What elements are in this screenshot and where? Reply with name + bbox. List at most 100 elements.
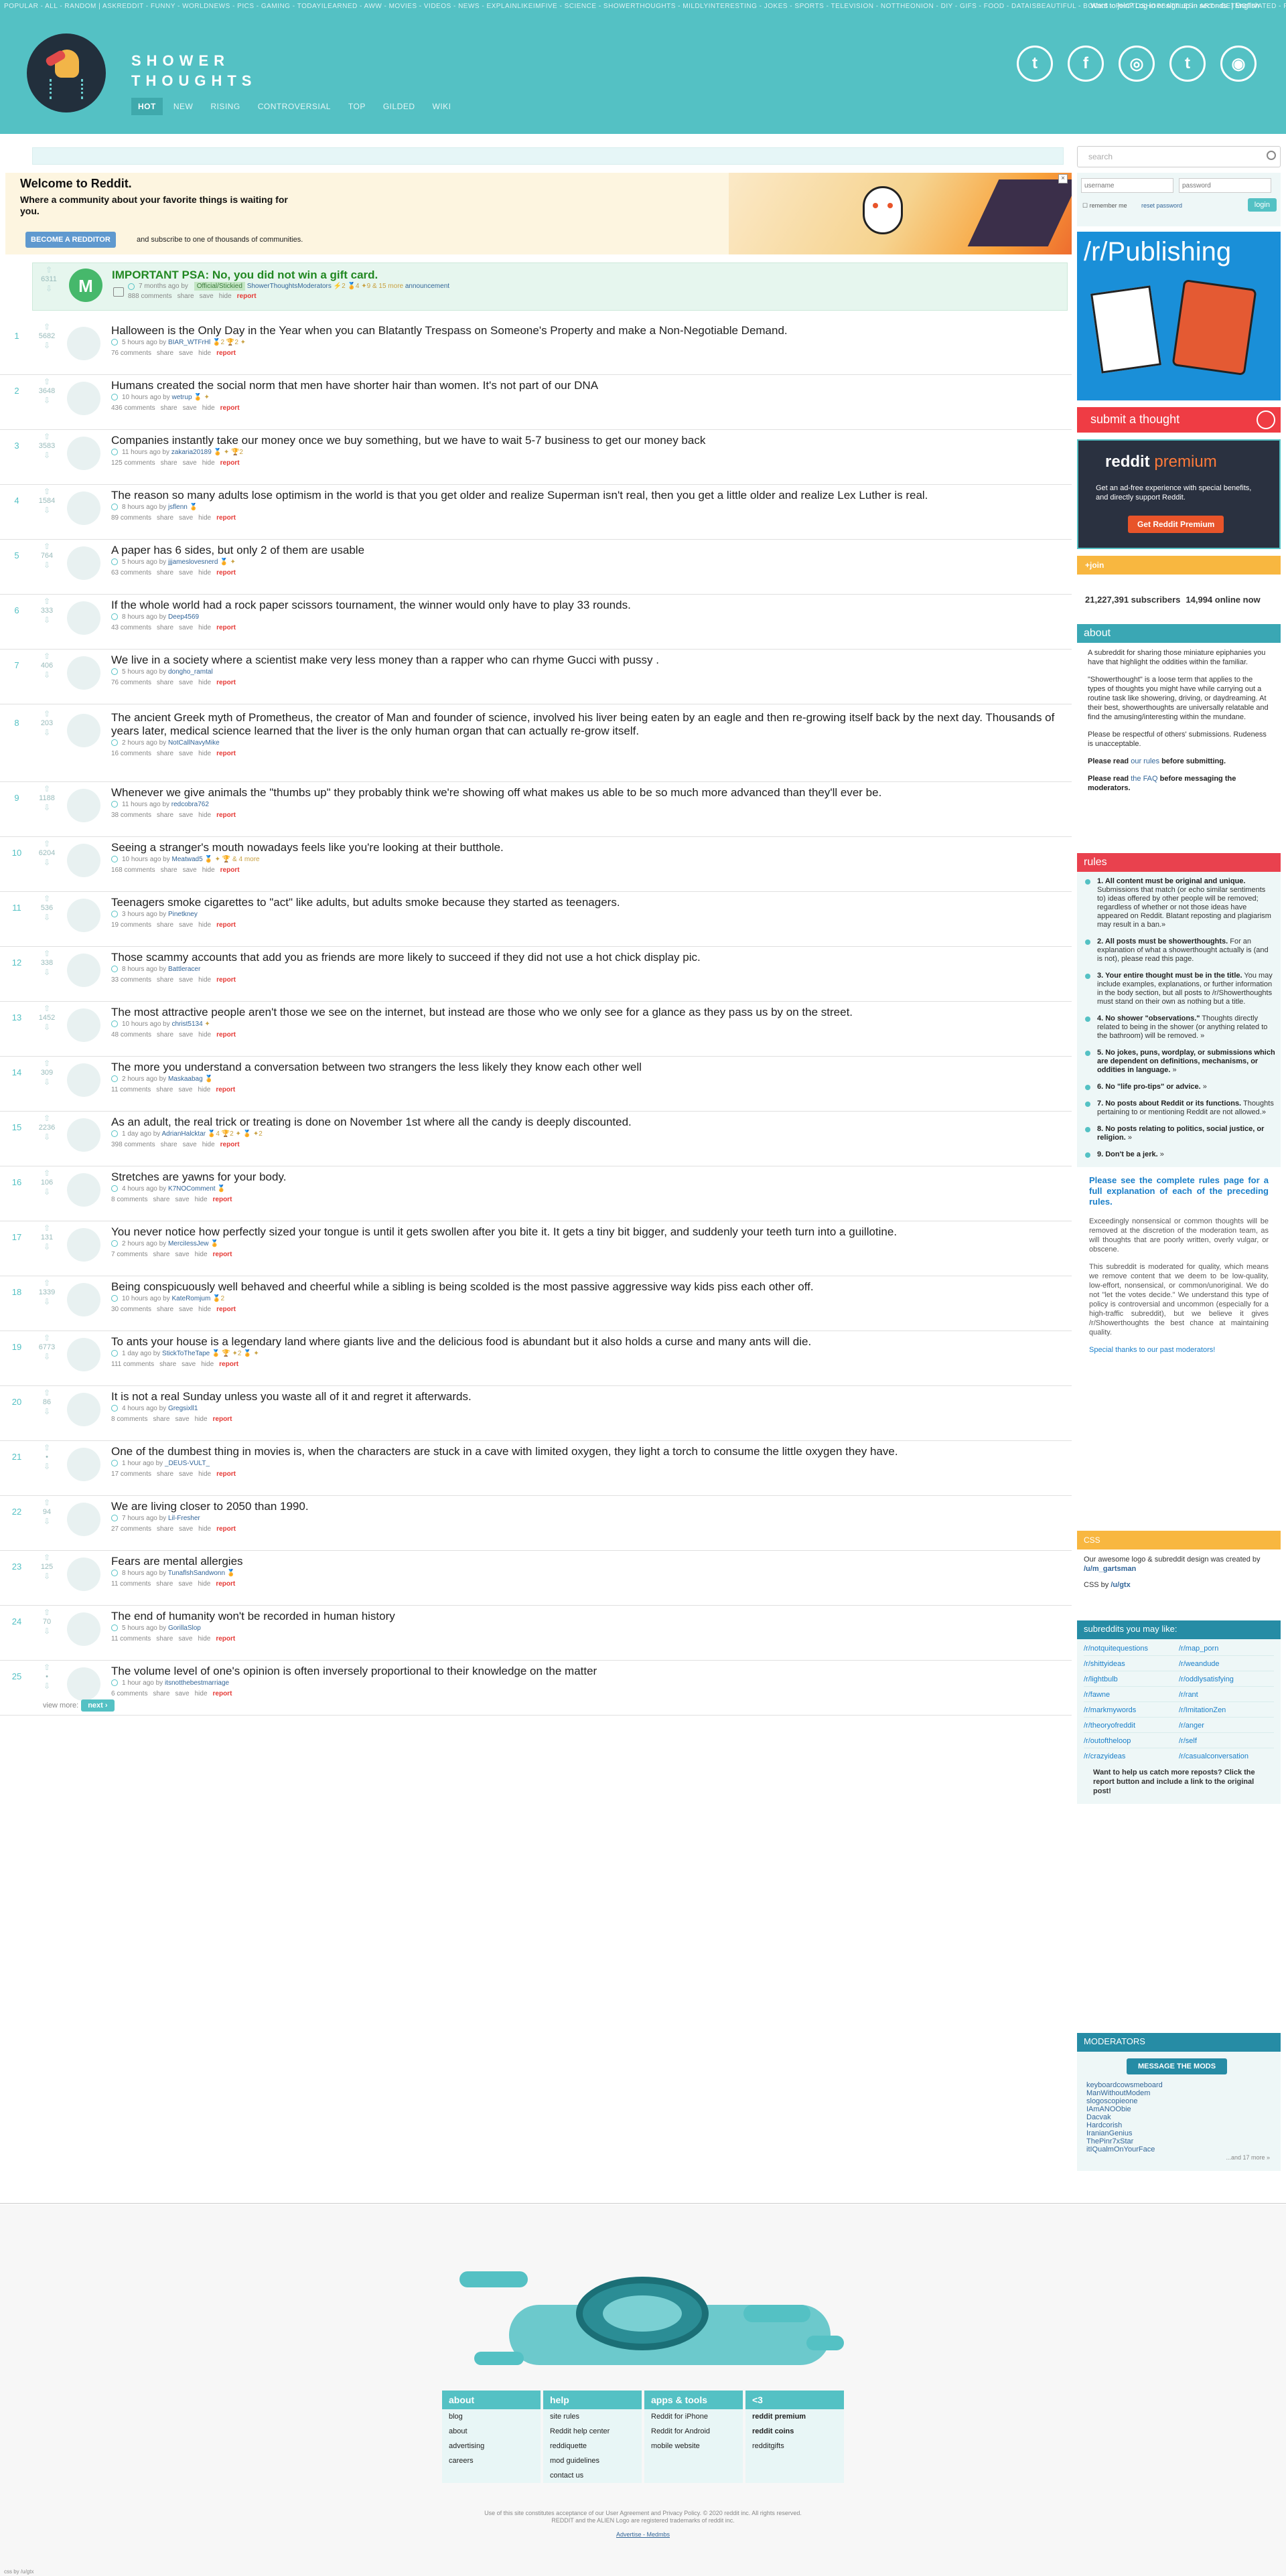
expand-icon[interactable]: [128, 283, 135, 290]
post-author[interactable]: TunaflshSandwonn: [168, 1570, 225, 1577]
upvote-icon[interactable]: ⇧: [33, 1004, 60, 1012]
post-title[interactable]: Whenever we give animals the "thumbs up"…: [111, 786, 1062, 800]
downvote-icon[interactable]: ⇩: [33, 1517, 60, 1525]
share-link[interactable]: share: [156, 1580, 173, 1588]
report-link[interactable]: report: [216, 921, 236, 929]
post-title[interactable]: Halloween is the Only Day in the Year wh…: [111, 324, 1062, 337]
tab-hot[interactable]: HOT: [131, 98, 163, 115]
report-link[interactable]: report: [216, 1086, 235, 1093]
expand-icon[interactable]: [111, 966, 118, 973]
upvote-icon[interactable]: ⇧: [33, 1499, 60, 1507]
post-title[interactable]: Being conspicuously well behaved and che…: [111, 1280, 1062, 1294]
upvote-icon[interactable]: ⇧: [33, 1389, 60, 1397]
hide-link[interactable]: hide: [202, 459, 215, 467]
upvote-icon[interactable]: ⇧: [33, 1169, 60, 1177]
hide-link[interactable]: hide: [198, 1306, 211, 1313]
report-link[interactable]: report: [216, 624, 236, 631]
downvote-icon[interactable]: ⇩: [33, 1023, 60, 1031]
upvote-icon[interactable]: ⇧: [35, 266, 62, 274]
post-author[interactable]: wetrup: [172, 394, 192, 401]
get-premium-button[interactable]: Get Reddit Premium: [1128, 516, 1224, 533]
comments-link[interactable]: 7 comments: [111, 1251, 147, 1258]
footer-link[interactable]: reddiquette: [543, 2439, 642, 2453]
downvote-icon[interactable]: ⇩: [33, 451, 60, 459]
moderator-link[interactable]: ThePinr7xStar: [1086, 2137, 1281, 2145]
related-subreddit-link[interactable]: /r/self: [1179, 1737, 1274, 1748]
rules-page-link[interactable]: Please see the complete rules page for a…: [1089, 1175, 1269, 1207]
report-link[interactable]: report: [216, 1635, 235, 1643]
report-link[interactable]: report: [216, 1470, 236, 1478]
related-subreddit-link[interactable]: /r/anger: [1179, 1722, 1274, 1733]
downvote-icon[interactable]: ⇩: [35, 285, 62, 293]
share-link[interactable]: share: [157, 514, 173, 522]
become-redditor-button[interactable]: BECOME A REDDITOR: [25, 232, 116, 248]
footer-link[interactable]: blog: [442, 2409, 541, 2424]
post-author[interactable]: itsnotthebestmarriage: [165, 1679, 229, 1687]
comments-link[interactable]: 8 comments: [111, 1196, 147, 1203]
tab-top[interactable]: TOP: [342, 98, 372, 115]
share-link[interactable]: share: [153, 1416, 169, 1423]
past-moderators-link[interactable]: Special thanks to our past moderators!: [1089, 1345, 1269, 1355]
post-thumbnail[interactable]: [67, 844, 100, 877]
share-link[interactable]: share: [177, 293, 194, 300]
related-subreddit-link[interactable]: /r/outoftheloop: [1084, 1737, 1179, 1748]
post-thumbnail[interactable]: [67, 1228, 100, 1262]
share-link[interactable]: share: [161, 1141, 177, 1148]
save-link[interactable]: save: [179, 921, 193, 929]
expand-icon[interactable]: [111, 911, 118, 918]
share-link[interactable]: share: [157, 921, 173, 929]
expand-icon[interactable]: [111, 394, 118, 401]
expand-icon[interactable]: [111, 1020, 118, 1028]
post-thumbnail[interactable]: [67, 1283, 100, 1316]
footer-link[interactable]: contact us: [543, 2468, 642, 2483]
advertise-link[interactable]: Advertise - Medmbs: [0, 2531, 1286, 2539]
post-title[interactable]: Companies instantly take our money once …: [111, 434, 1062, 447]
post-author[interactable]: _DEUS-VULT_: [165, 1460, 210, 1467]
post-title[interactable]: Those scammy accounts that add you as fr…: [111, 951, 1062, 964]
comments-link[interactable]: 76 comments: [111, 679, 151, 686]
share-link[interactable]: share: [161, 404, 177, 412]
share-link[interactable]: share: [157, 1306, 173, 1313]
related-subreddit-link[interactable]: /r/notquitequestions: [1084, 1645, 1179, 1656]
expand-icon[interactable]: [111, 1624, 118, 1632]
post-author[interactable]: Deep4569: [168, 613, 199, 621]
expand-icon[interactable]: [111, 1405, 118, 1412]
footer-link[interactable]: about: [442, 2424, 541, 2439]
share-link[interactable]: share: [157, 1470, 173, 1478]
share-link[interactable]: share: [157, 976, 173, 984]
expand-icon[interactable]: [111, 1350, 118, 1357]
comments-link[interactable]: 33 comments: [111, 976, 151, 984]
post-title[interactable]: We live in a society where a scientist m…: [111, 654, 1062, 667]
comments-link[interactable]: 19 comments: [111, 921, 151, 929]
expand-icon[interactable]: [111, 801, 118, 808]
reset-password-link[interactable]: reset password: [1141, 202, 1182, 209]
downvote-icon[interactable]: ⇩: [33, 396, 60, 404]
report-link[interactable]: report: [220, 404, 240, 412]
post-thumbnail[interactable]: [67, 899, 100, 932]
post-thumbnail[interactable]: [67, 601, 100, 635]
tab-gilded[interactable]: GILDED: [376, 98, 422, 115]
hide-link[interactable]: hide: [198, 1086, 210, 1093]
save-link[interactable]: save: [175, 1690, 189, 1697]
subreddit-logo[interactable]: [27, 33, 106, 112]
downvote-icon[interactable]: ⇩: [33, 1572, 60, 1580]
comments-link[interactable]: 398 comments: [111, 1141, 155, 1148]
password-field[interactable]: [1179, 178, 1271, 193]
footer-link[interactable]: reddit coins: [745, 2424, 844, 2439]
post-thumbnail[interactable]: [67, 1338, 100, 1371]
hide-link[interactable]: hide: [198, 812, 211, 819]
comments-link[interactable]: 888 comments: [128, 293, 172, 300]
related-subreddit-link[interactable]: /r/map_porn: [1179, 1645, 1274, 1656]
expand-icon[interactable]: [111, 668, 118, 676]
footer-link[interactable]: Reddit for Android: [644, 2424, 743, 2439]
expand-icon[interactable]: [111, 504, 118, 511]
post-author[interactable]: jsflenn: [168, 504, 188, 511]
share-link[interactable]: share: [159, 1361, 176, 1368]
save-link[interactable]: save: [179, 679, 193, 686]
moderator-link[interactable]: IAmANOObie: [1086, 2105, 1281, 2113]
expand-icon[interactable]: [111, 1185, 118, 1193]
save-link[interactable]: save: [175, 1251, 189, 1258]
share-link[interactable]: share: [157, 624, 173, 631]
post-author[interactable]: BIAR_WTFrHl: [168, 339, 210, 346]
report-link[interactable]: report: [213, 1416, 232, 1423]
